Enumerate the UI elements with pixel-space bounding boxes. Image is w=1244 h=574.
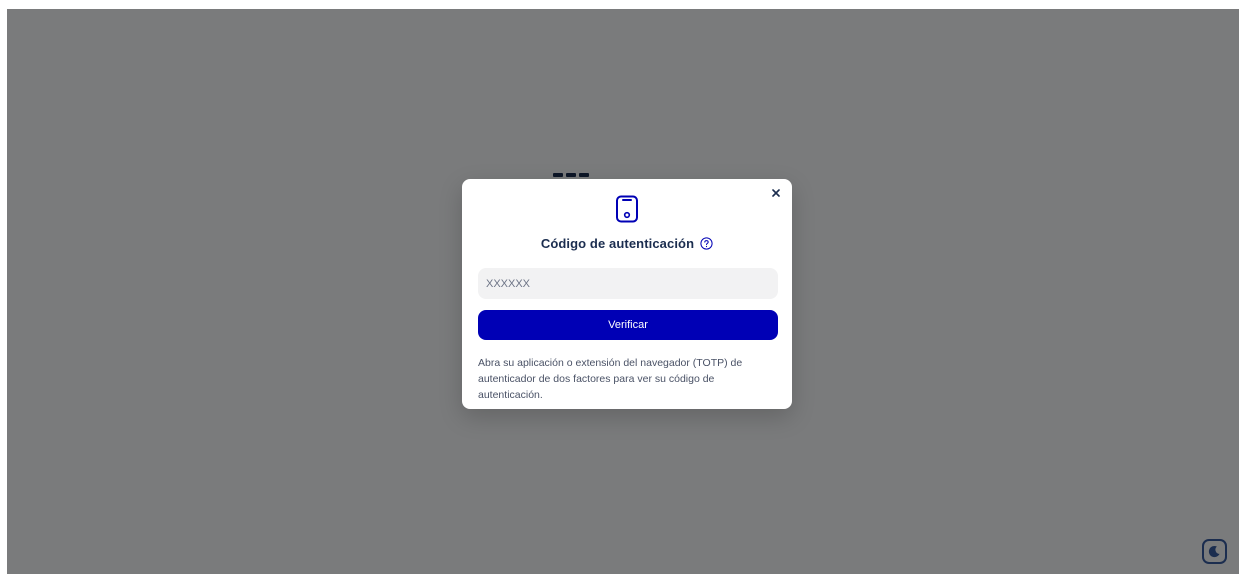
theme-toggle-button[interactable]: [1202, 539, 1227, 564]
authenticator-help-text: Abra su aplicación o extensión del naveg…: [478, 357, 743, 401]
modal-title-row: Código de autenticación: [462, 236, 792, 251]
modal-title: Código de autenticación: [540, 236, 695, 251]
app-viewport: Código de autenticación Verificar Abra s…: [7, 9, 1239, 574]
two-factor-modal: Código de autenticación Verificar Abra s…: [462, 179, 792, 409]
close-button[interactable]: [768, 185, 784, 201]
authentication-code-input[interactable]: [478, 268, 778, 299]
question-circle-icon[interactable]: [700, 237, 713, 250]
close-icon: [772, 189, 780, 197]
verify-button[interactable]: Verificar: [478, 310, 778, 340]
smartphone-icon: [616, 195, 638, 223]
moon-icon: [1208, 545, 1220, 558]
